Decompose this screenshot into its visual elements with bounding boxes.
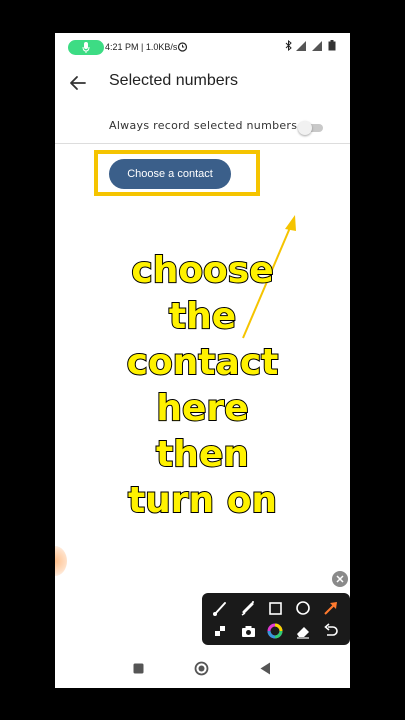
annotation-line: choose — [130, 249, 274, 292]
undo-icon[interactable] — [321, 621, 341, 641]
annotation-line: the — [168, 295, 237, 338]
color-wheel-icon[interactable] — [265, 621, 285, 641]
annotation-line: contact — [126, 341, 280, 384]
circle-icon[interactable] — [293, 598, 313, 618]
eraser-icon[interactable] — [293, 621, 313, 641]
camera-icon[interactable] — [238, 621, 258, 641]
annotation-line: turn on — [127, 479, 278, 522]
brush-icon[interactable] — [210, 598, 230, 618]
arrow-icon[interactable] — [321, 598, 341, 618]
annotation-text: choose the contact here then turn on — [95, 248, 310, 524]
highlighter-icon[interactable] — [238, 598, 258, 618]
close-toolbar-button[interactable] — [332, 571, 348, 587]
phone-screen: 4:21 PM | 1.0KB/s Selected numbers Alway… — [55, 33, 350, 688]
home-circle-icon[interactable] — [194, 661, 209, 676]
back-triangle-icon[interactable] — [260, 662, 271, 675]
mosaic-icon[interactable] — [210, 621, 230, 641]
recents-square-icon[interactable] — [133, 663, 144, 674]
square-icon[interactable] — [265, 598, 285, 618]
annotation-line: here — [155, 387, 249, 430]
annotation-line: then — [155, 433, 250, 476]
close-icon — [336, 575, 344, 583]
nav-bar — [55, 653, 350, 688]
draw-toolbar — [202, 593, 350, 645]
